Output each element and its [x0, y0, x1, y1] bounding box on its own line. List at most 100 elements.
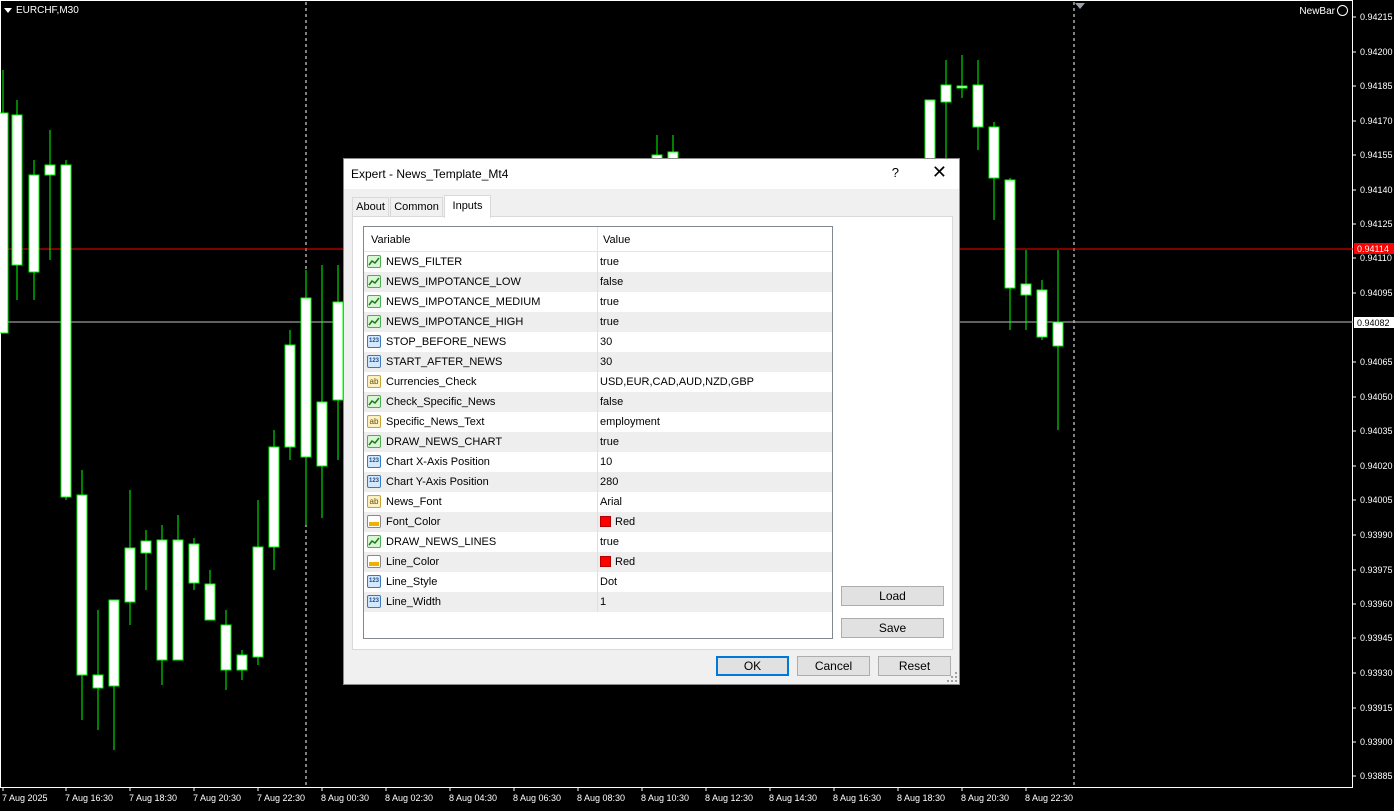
reset-button[interactable]: Reset — [878, 656, 951, 676]
tab-about[interactable]: About — [352, 197, 389, 217]
variable-name: NEWS_IMPOTANCE_MEDIUM — [386, 296, 541, 308]
time-axis-label: 8 Aug 02:30 — [385, 793, 433, 803]
table-row[interactable]: ab Currencies_Check USD,EUR,CAD,AUD,NZD,GB… — [364, 372, 832, 392]
table-row[interactable]: ab Specific_News_Text employment — [364, 412, 832, 432]
table-row[interactable]: 123 Line_Style Dot — [364, 572, 832, 592]
variable-value[interactable]: Red — [600, 516, 635, 528]
variable-value[interactable]: true — [600, 296, 619, 308]
close-button[interactable]: ✕ — [932, 162, 947, 183]
table-row[interactable]: 123 Chart X-Axis Position 10 — [364, 452, 832, 472]
table-row[interactable]: 123 Line_Width 1 — [364, 592, 832, 612]
integer-type-icon: 123 — [367, 595, 381, 608]
cancel-button[interactable]: Cancel — [797, 656, 870, 676]
time-axis-label: 8 Aug 08:30 — [577, 793, 625, 803]
time-axis-label: 8 Aug 04:30 — [449, 793, 497, 803]
candle-body — [940, 84, 952, 103]
time-axis-label: 8 Aug 22:30 — [1025, 793, 1073, 803]
candle-body — [220, 624, 232, 671]
table-row[interactable]: 123 STOP_BEFORE_NEWS 30 — [364, 332, 832, 352]
color-swatch — [600, 556, 611, 567]
dialog-titlebar[interactable]: Expert - News_Template_Mt4 ? ✕ — [344, 159, 959, 189]
variable-value[interactable]: USD,EUR,CAD,AUD,NZD,GBP — [600, 376, 754, 388]
candle-body — [1004, 179, 1016, 289]
variable-value[interactable]: 30 — [600, 356, 612, 368]
column-divider — [597, 392, 598, 412]
candle-body — [44, 164, 56, 176]
variable-name: DRAW_NEWS_LINES — [386, 536, 497, 548]
table-row[interactable]: ab News_Font Arial — [364, 492, 832, 512]
variable-name: START_AFTER_NEWS — [386, 356, 503, 368]
table-row[interactable]: NEWS_IMPOTANCE_LOW false — [364, 272, 832, 292]
save-button[interactable]: Save — [841, 618, 944, 638]
help-button[interactable]: ? — [892, 165, 899, 180]
variable-value[interactable]: Arial — [600, 496, 622, 508]
table-row[interactable]: 123 Chart Y-Axis Position 280 — [364, 472, 832, 492]
price-axis-label: 0.93960 — [1360, 599, 1393, 609]
bid-price-label: 0.94114 — [1357, 244, 1389, 254]
variable-value[interactable]: true — [600, 316, 619, 328]
table-row[interactable]: NEWS_FILTER true — [364, 252, 832, 272]
boolean-type-icon — [367, 295, 381, 308]
tab-inputs[interactable]: Inputs — [444, 195, 491, 218]
table-row[interactable]: Font_Color Red — [364, 512, 832, 532]
table-row[interactable]: Line_Color Red — [364, 552, 832, 572]
variable-name: NEWS_IMPOTANCE_LOW — [386, 276, 521, 288]
candle-body — [92, 674, 104, 689]
price-axis-label: 0.94005 — [1360, 495, 1393, 505]
variable-name: Font_Color — [386, 516, 441, 528]
variable-name: STOP_BEFORE_NEWS — [386, 336, 507, 348]
candle-body — [268, 446, 280, 548]
price-axis-label: 0.93930 — [1360, 668, 1393, 678]
boolean-type-icon — [367, 275, 381, 288]
variable-value[interactable]: Dot — [600, 576, 617, 588]
variable-value[interactable]: true — [600, 256, 619, 268]
candle-body — [284, 344, 296, 448]
variable-value[interactable]: 1 — [600, 596, 606, 608]
variable-value[interactable]: true — [600, 536, 619, 548]
table-row[interactable]: 123 START_AFTER_NEWS 30 — [364, 352, 832, 372]
price-axis-label: 0.93990 — [1360, 530, 1393, 540]
candle-body — [204, 583, 216, 621]
column-divider — [597, 512, 598, 532]
column-header-value[interactable]: Value — [603, 234, 630, 246]
table-row[interactable]: NEWS_IMPOTANCE_MEDIUM true — [364, 292, 832, 312]
dropdown-triangle-icon[interactable] — [4, 7, 12, 13]
variable-value[interactable]: 10 — [600, 456, 612, 468]
column-divider — [597, 332, 598, 352]
time-axis-label: 8 Aug 16:30 — [833, 793, 881, 803]
variable-value[interactable]: employment — [600, 416, 660, 428]
column-header-variable[interactable]: Variable — [371, 234, 411, 246]
column-divider — [597, 312, 598, 332]
table-row[interactable]: DRAW_NEWS_CHART true — [364, 432, 832, 452]
variable-value[interactable]: 30 — [600, 336, 612, 348]
symbol-label: EURCHF,M30 — [4, 5, 79, 16]
boolean-type-icon — [367, 395, 381, 408]
table-row[interactable]: Check_Specific_News false — [364, 392, 832, 412]
price-axis-label: 0.93915 — [1360, 703, 1393, 713]
variable-value[interactable]: false — [600, 396, 623, 408]
variable-name: News_Font — [386, 496, 442, 508]
resize-grip-icon[interactable] — [947, 672, 957, 682]
column-divider — [597, 592, 598, 612]
table-row[interactable]: NEWS_IMPOTANCE_HIGH true — [364, 312, 832, 332]
variable-name: NEWS_FILTER — [386, 256, 463, 268]
table-row[interactable]: DRAW_NEWS_LINES true — [364, 532, 832, 552]
variable-value[interactable]: false — [600, 276, 623, 288]
price-axis-label: 0.94095 — [1360, 288, 1393, 298]
variable-name: Line_Color — [386, 556, 440, 568]
variable-value[interactable]: 280 — [600, 476, 618, 488]
candle-body — [956, 85, 968, 89]
time-axis-label: 7 Aug 16:30 — [65, 793, 113, 803]
inputs-table[interactable]: Variable Value NEWS_FILTER true NEWS_IMPOT… — [363, 226, 833, 639]
column-divider — [597, 472, 598, 492]
load-button[interactable]: Load — [841, 586, 944, 606]
price-axis-label: 0.94125 — [1360, 219, 1393, 229]
candle-body — [124, 547, 136, 603]
tab-common[interactable]: Common — [390, 197, 443, 217]
chart-shift-marker-icon[interactable] — [1075, 3, 1085, 9]
variable-value[interactable]: true — [600, 436, 619, 448]
column-divider — [597, 492, 598, 512]
variable-value[interactable]: Red — [600, 556, 635, 568]
ok-button[interactable]: OK — [716, 656, 789, 676]
expert-properties-dialog: Expert - News_Template_Mt4 ? ✕ About Com… — [343, 158, 960, 685]
